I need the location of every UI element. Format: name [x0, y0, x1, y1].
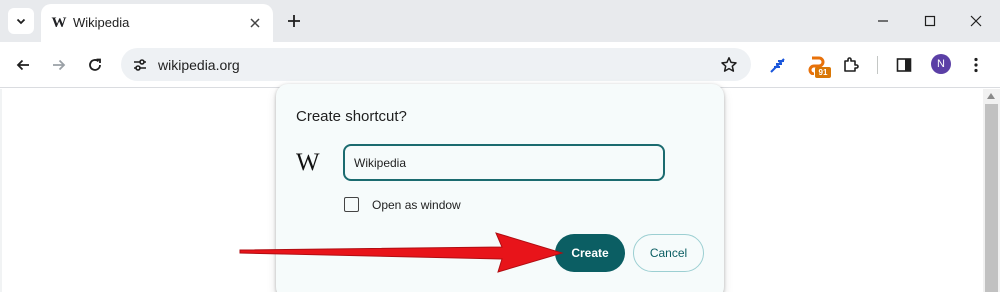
side-panel-button[interactable]	[889, 50, 919, 80]
toolbar-divider	[877, 56, 878, 74]
forward-button[interactable]	[44, 50, 74, 80]
address-bar[interactable]: wikipedia.org	[121, 48, 751, 81]
tune-icon	[134, 59, 146, 71]
maximize-icon	[924, 15, 936, 27]
scrollbar-thumb[interactable]	[985, 104, 998, 292]
open-as-window-checkbox[interactable]	[344, 197, 359, 212]
browser-toolbar: wikipedia.org 91	[0, 42, 1000, 88]
reload-icon	[89, 58, 101, 71]
kebab-menu-icon	[974, 57, 978, 73]
tab-search-button[interactable]	[8, 8, 34, 34]
wikipedia-favicon-icon: W	[51, 15, 67, 31]
tab-title: Wikipedia	[73, 15, 130, 30]
cancel-button[interactable]: Cancel	[633, 234, 704, 272]
star-icon	[721, 57, 737, 72]
bookmark-star-button[interactable]	[717, 53, 741, 77]
wikipedia-logo-icon: W	[296, 149, 320, 176]
side-panel-icon	[896, 58, 912, 72]
scrollbar-up-arrow[interactable]	[986, 92, 996, 100]
arrow-left-icon	[16, 59, 29, 71]
url-text: wikipedia.org	[158, 57, 240, 73]
triangle-up-icon	[987, 93, 995, 99]
tab-close-button[interactable]	[245, 13, 265, 33]
close-icon	[250, 18, 260, 28]
browser-menu-button[interactable]	[961, 50, 991, 80]
reload-button[interactable]	[80, 50, 110, 80]
close-window-button[interactable]	[953, 5, 999, 37]
extension-feather-button[interactable]	[763, 50, 793, 80]
extensions-button[interactable]	[836, 50, 866, 80]
site-info-button[interactable]	[127, 52, 153, 78]
tab-strip: W Wikipedia	[0, 0, 1000, 42]
dialog-title: Create shortcut?	[296, 108, 407, 125]
extension-badge: 91	[815, 67, 831, 78]
feather-icon	[770, 58, 785, 73]
back-button[interactable]	[8, 50, 38, 80]
page-edge	[0, 89, 2, 292]
plus-icon	[288, 15, 300, 27]
profile-avatar[interactable]: N	[931, 54, 951, 74]
close-icon	[970, 15, 982, 27]
minimize-button[interactable]	[860, 5, 906, 37]
maximize-button[interactable]	[907, 5, 953, 37]
annotation-arrow	[239, 232, 564, 273]
tab-wikipedia[interactable]: W Wikipedia	[41, 4, 273, 42]
puzzle-icon	[844, 57, 859, 72]
chevron-down-icon	[16, 18, 26, 25]
shortcut-name-input[interactable]	[343, 144, 665, 181]
new-tab-button[interactable]	[281, 8, 307, 34]
open-as-window-label[interactable]: Open as window	[372, 198, 461, 212]
arrow-right-icon	[53, 59, 66, 71]
extension-counter-button[interactable]: 91	[801, 50, 831, 80]
minimize-icon	[878, 20, 888, 22]
